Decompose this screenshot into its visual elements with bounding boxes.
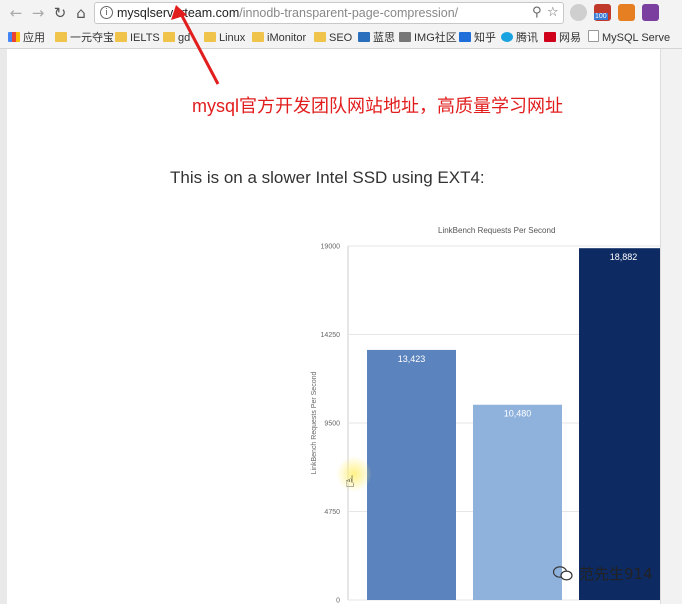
chart-title: LinkBench Requests Per Second (438, 226, 556, 235)
bar-value-label: 13,423 (398, 354, 426, 364)
bar-value-label: 18,882 (610, 252, 638, 262)
bar-chart: 0 4750 9500 14250 19000 LinkBench Requests Pe… (311, 244, 660, 604)
watermark-text: 范先生914 (579, 565, 653, 583)
watermark: 范先生914 (553, 563, 653, 584)
y-tick-label: 4750 (324, 509, 340, 516)
bar-value-label: 10,480 (504, 409, 532, 419)
bar (579, 248, 660, 600)
arrow-line (178, 11, 220, 85)
y-tick-label: 9500 (324, 421, 340, 428)
y-axis-label: LinkBench Requests Per Second (311, 372, 318, 475)
bar (367, 349, 456, 600)
bar (473, 404, 562, 600)
y-tick-label: 14250 (321, 332, 341, 339)
y-tick-label: 0 (336, 598, 340, 604)
article-heading: This is on a slower Intel SSD using EXT4… (170, 168, 485, 187)
y-tick-label: 19000 (321, 244, 341, 251)
wechat-icon (553, 566, 573, 581)
hand-cursor-icon: ☝ (345, 472, 355, 491)
annotation-text: mysql官方开发团队网站地址，高质量学习网址 (192, 96, 564, 116)
